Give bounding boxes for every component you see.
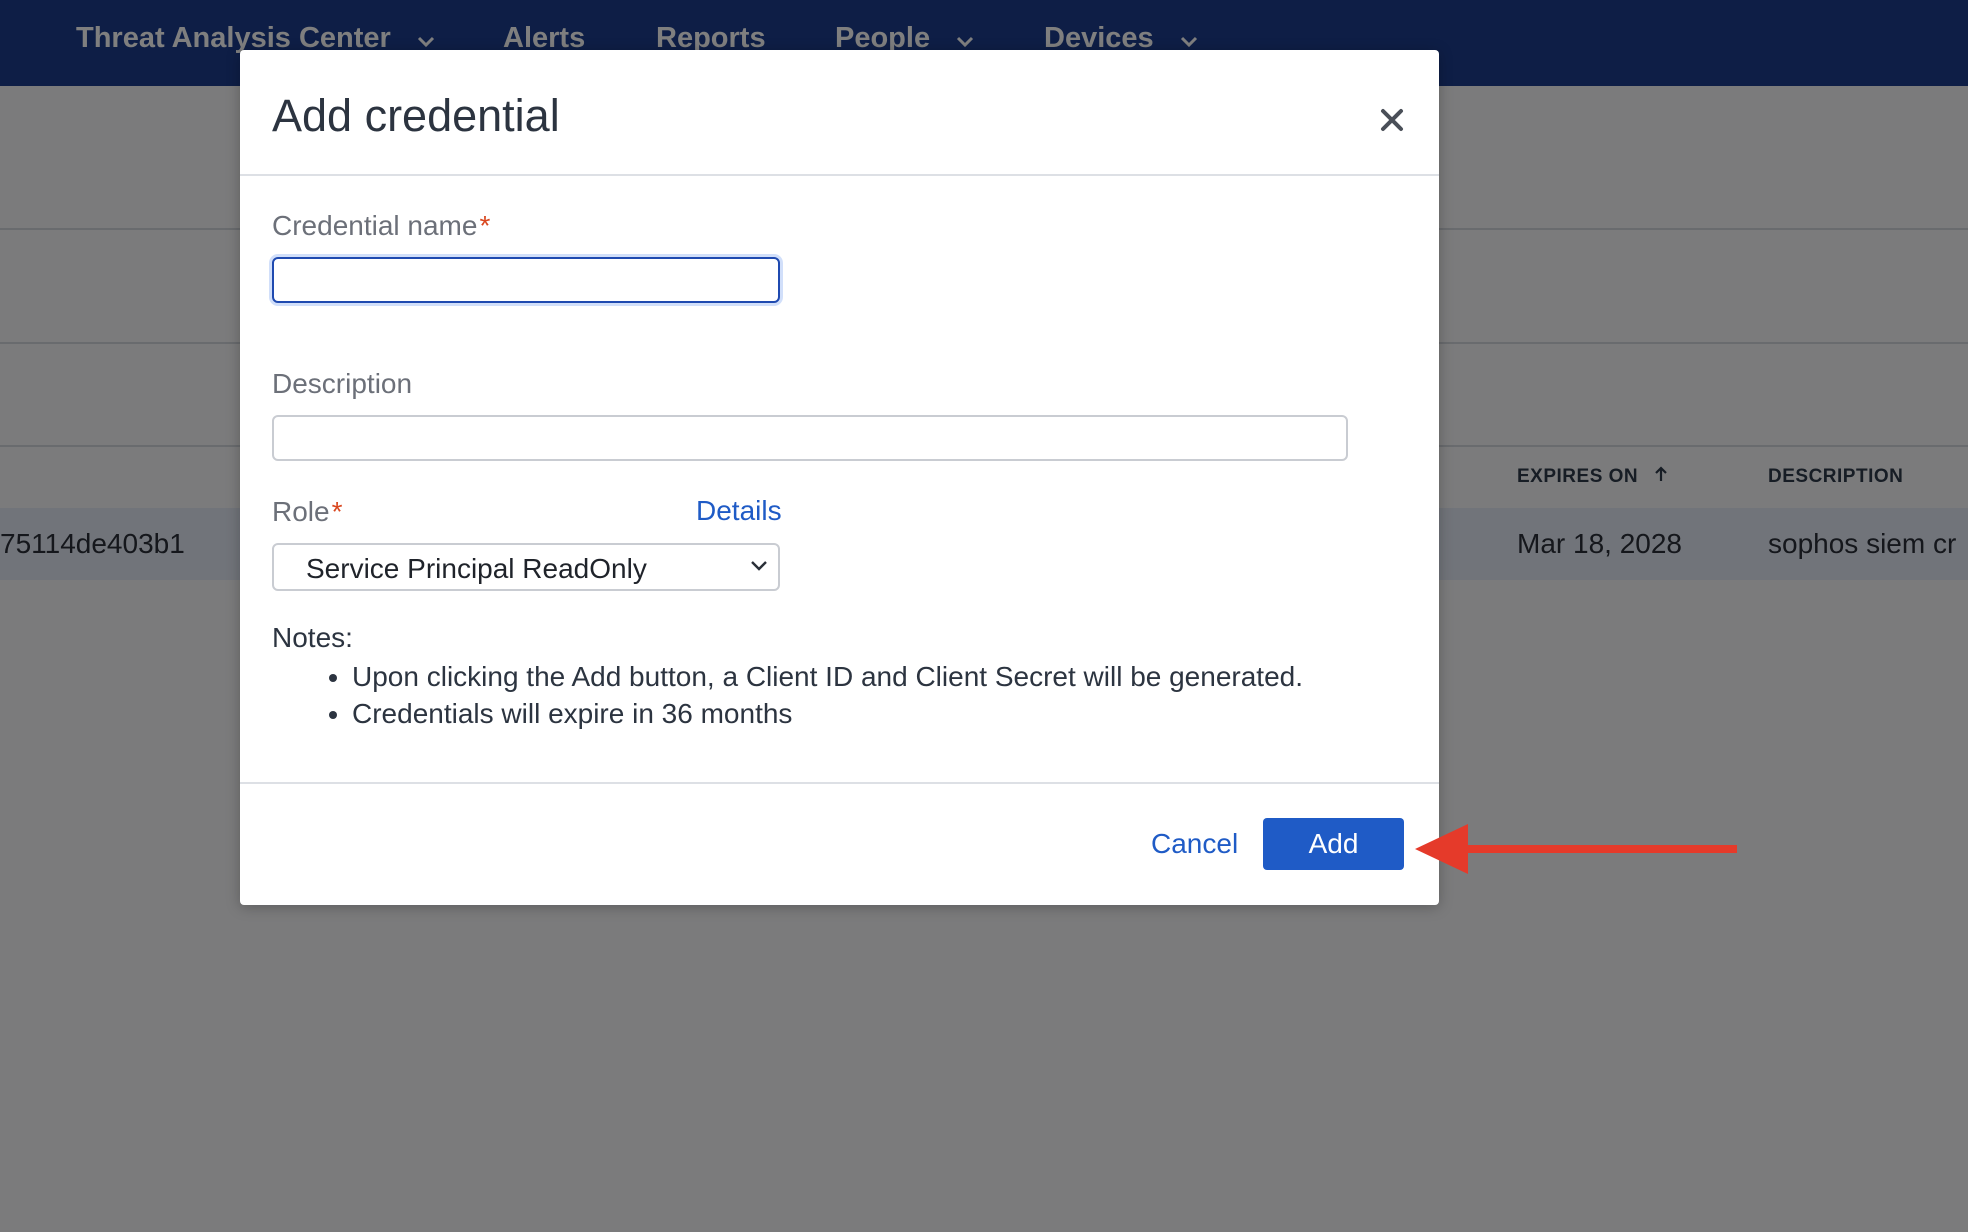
- dialog-title: Add credential: [272, 90, 560, 141]
- required-mark: *: [331, 496, 343, 527]
- credential-name-label: Credential name*: [272, 210, 490, 242]
- description-input[interactable]: [272, 415, 1348, 461]
- list-item: Credentials will expire in 36 months: [352, 695, 1452, 732]
- required-mark: *: [479, 210, 491, 241]
- add-button[interactable]: Add: [1263, 818, 1404, 870]
- label-text: Role: [272, 496, 330, 527]
- role-details-link[interactable]: Details: [696, 495, 782, 527]
- label-text: Credential name: [272, 210, 478, 241]
- annotation-arrow-icon: [1415, 824, 1737, 874]
- label-text: Description: [272, 368, 413, 399]
- credential-name-input[interactable]: [272, 257, 780, 303]
- notes-title: Notes:: [272, 622, 353, 653]
- add-credential-dialog: Add credential Credential name* Descript…: [240, 50, 1439, 905]
- header-divider: [240, 174, 1439, 176]
- notes-list: Upon clicking the Add button, a Client I…: [272, 658, 1452, 732]
- role-select-value: Service Principal ReadOnly: [306, 553, 647, 584]
- close-button[interactable]: [1372, 100, 1412, 140]
- close-icon: [1372, 109, 1412, 144]
- role-label: Role*: [272, 496, 343, 528]
- chevron-down-icon: [750, 559, 768, 577]
- description-label: Description: [272, 368, 412, 400]
- cancel-button[interactable]: Cancel: [1151, 828, 1238, 860]
- role-select[interactable]: Service Principal ReadOnly: [272, 543, 780, 591]
- footer-divider: [240, 782, 1439, 784]
- list-item: Upon clicking the Add button, a Client I…: [352, 658, 1452, 695]
